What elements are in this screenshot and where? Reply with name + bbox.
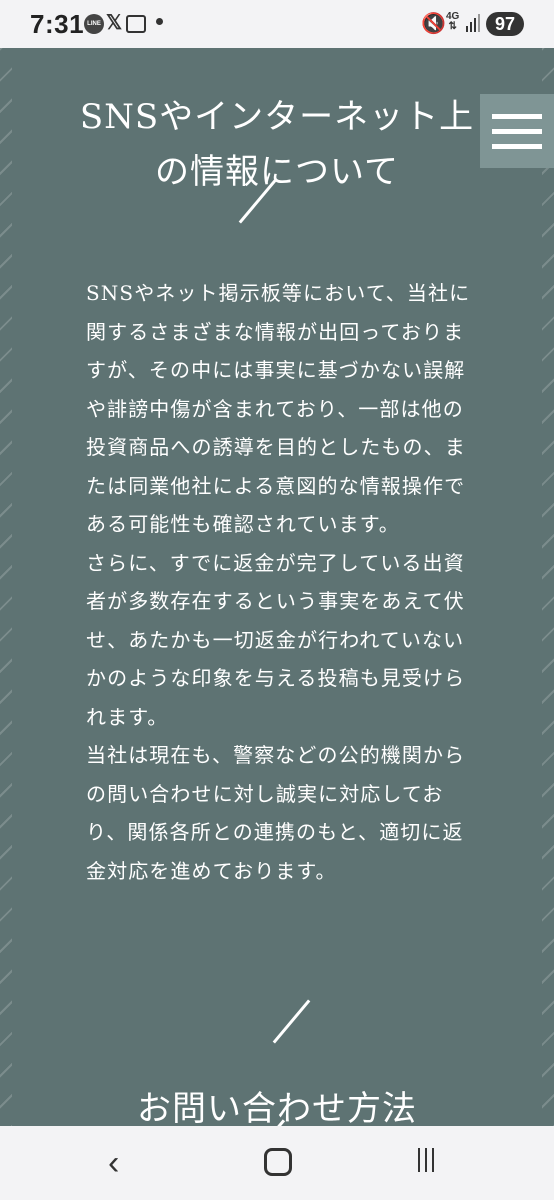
system-nav-bar: ‹	[0, 1126, 554, 1200]
menu-line	[492, 113, 542, 119]
dot-icon	[156, 18, 163, 25]
menu-line	[492, 143, 542, 149]
menu-line	[492, 128, 542, 134]
slash-divider	[272, 999, 311, 1044]
paragraph-2: さらに、すでに返金が完了している出資者が多数存在するという事実をあえて伏せ、あた…	[86, 550, 466, 729]
home-icon[interactable]	[264, 1148, 292, 1176]
back-icon[interactable]: ‹	[108, 1144, 119, 1183]
paragraph-3: 当社は現在も、警察などの公的機関からの問い合わせに対し誠実に対応しており、関係各…	[86, 743, 466, 883]
decorative-stripe-right	[542, 48, 554, 1126]
status-bar: 7:31 LINE 𝕏 🔇 4G ⇅ 97	[0, 0, 554, 48]
paragraph-1: SNSやネット掲示板等において、当社に関するさまざまな情報が出回っておりますが、…	[86, 281, 471, 536]
section-heading-sns: SNSやインターネット上の情報について	[79, 97, 475, 193]
hamburger-menu-icon[interactable]	[480, 94, 554, 168]
network-label: 4G	[446, 11, 460, 22]
x-icon: 𝕏	[106, 12, 123, 34]
mute-icon: 🔇	[421, 13, 446, 35]
recents-icon[interactable]	[418, 1148, 434, 1172]
battery-indicator: 97	[486, 12, 525, 36]
section-body: SNSやネット掲示板等において、当社に関するさまざまな情報が出回っておりますが、…	[86, 274, 472, 890]
section-heading-contact: お問い合わせ方法	[137, 1089, 417, 1126]
signal-icon	[466, 14, 480, 32]
decorative-stripe-left	[0, 48, 12, 1126]
network-4g-icon: 4G ⇅	[446, 11, 460, 32]
line-icon: LINE	[84, 14, 104, 34]
page-content: SNSやインターネット上の情報について SNSやネット掲示板等において、当社に関…	[0, 48, 554, 1126]
status-time: 7:31	[30, 9, 85, 39]
screenshot-icon	[126, 15, 146, 33]
